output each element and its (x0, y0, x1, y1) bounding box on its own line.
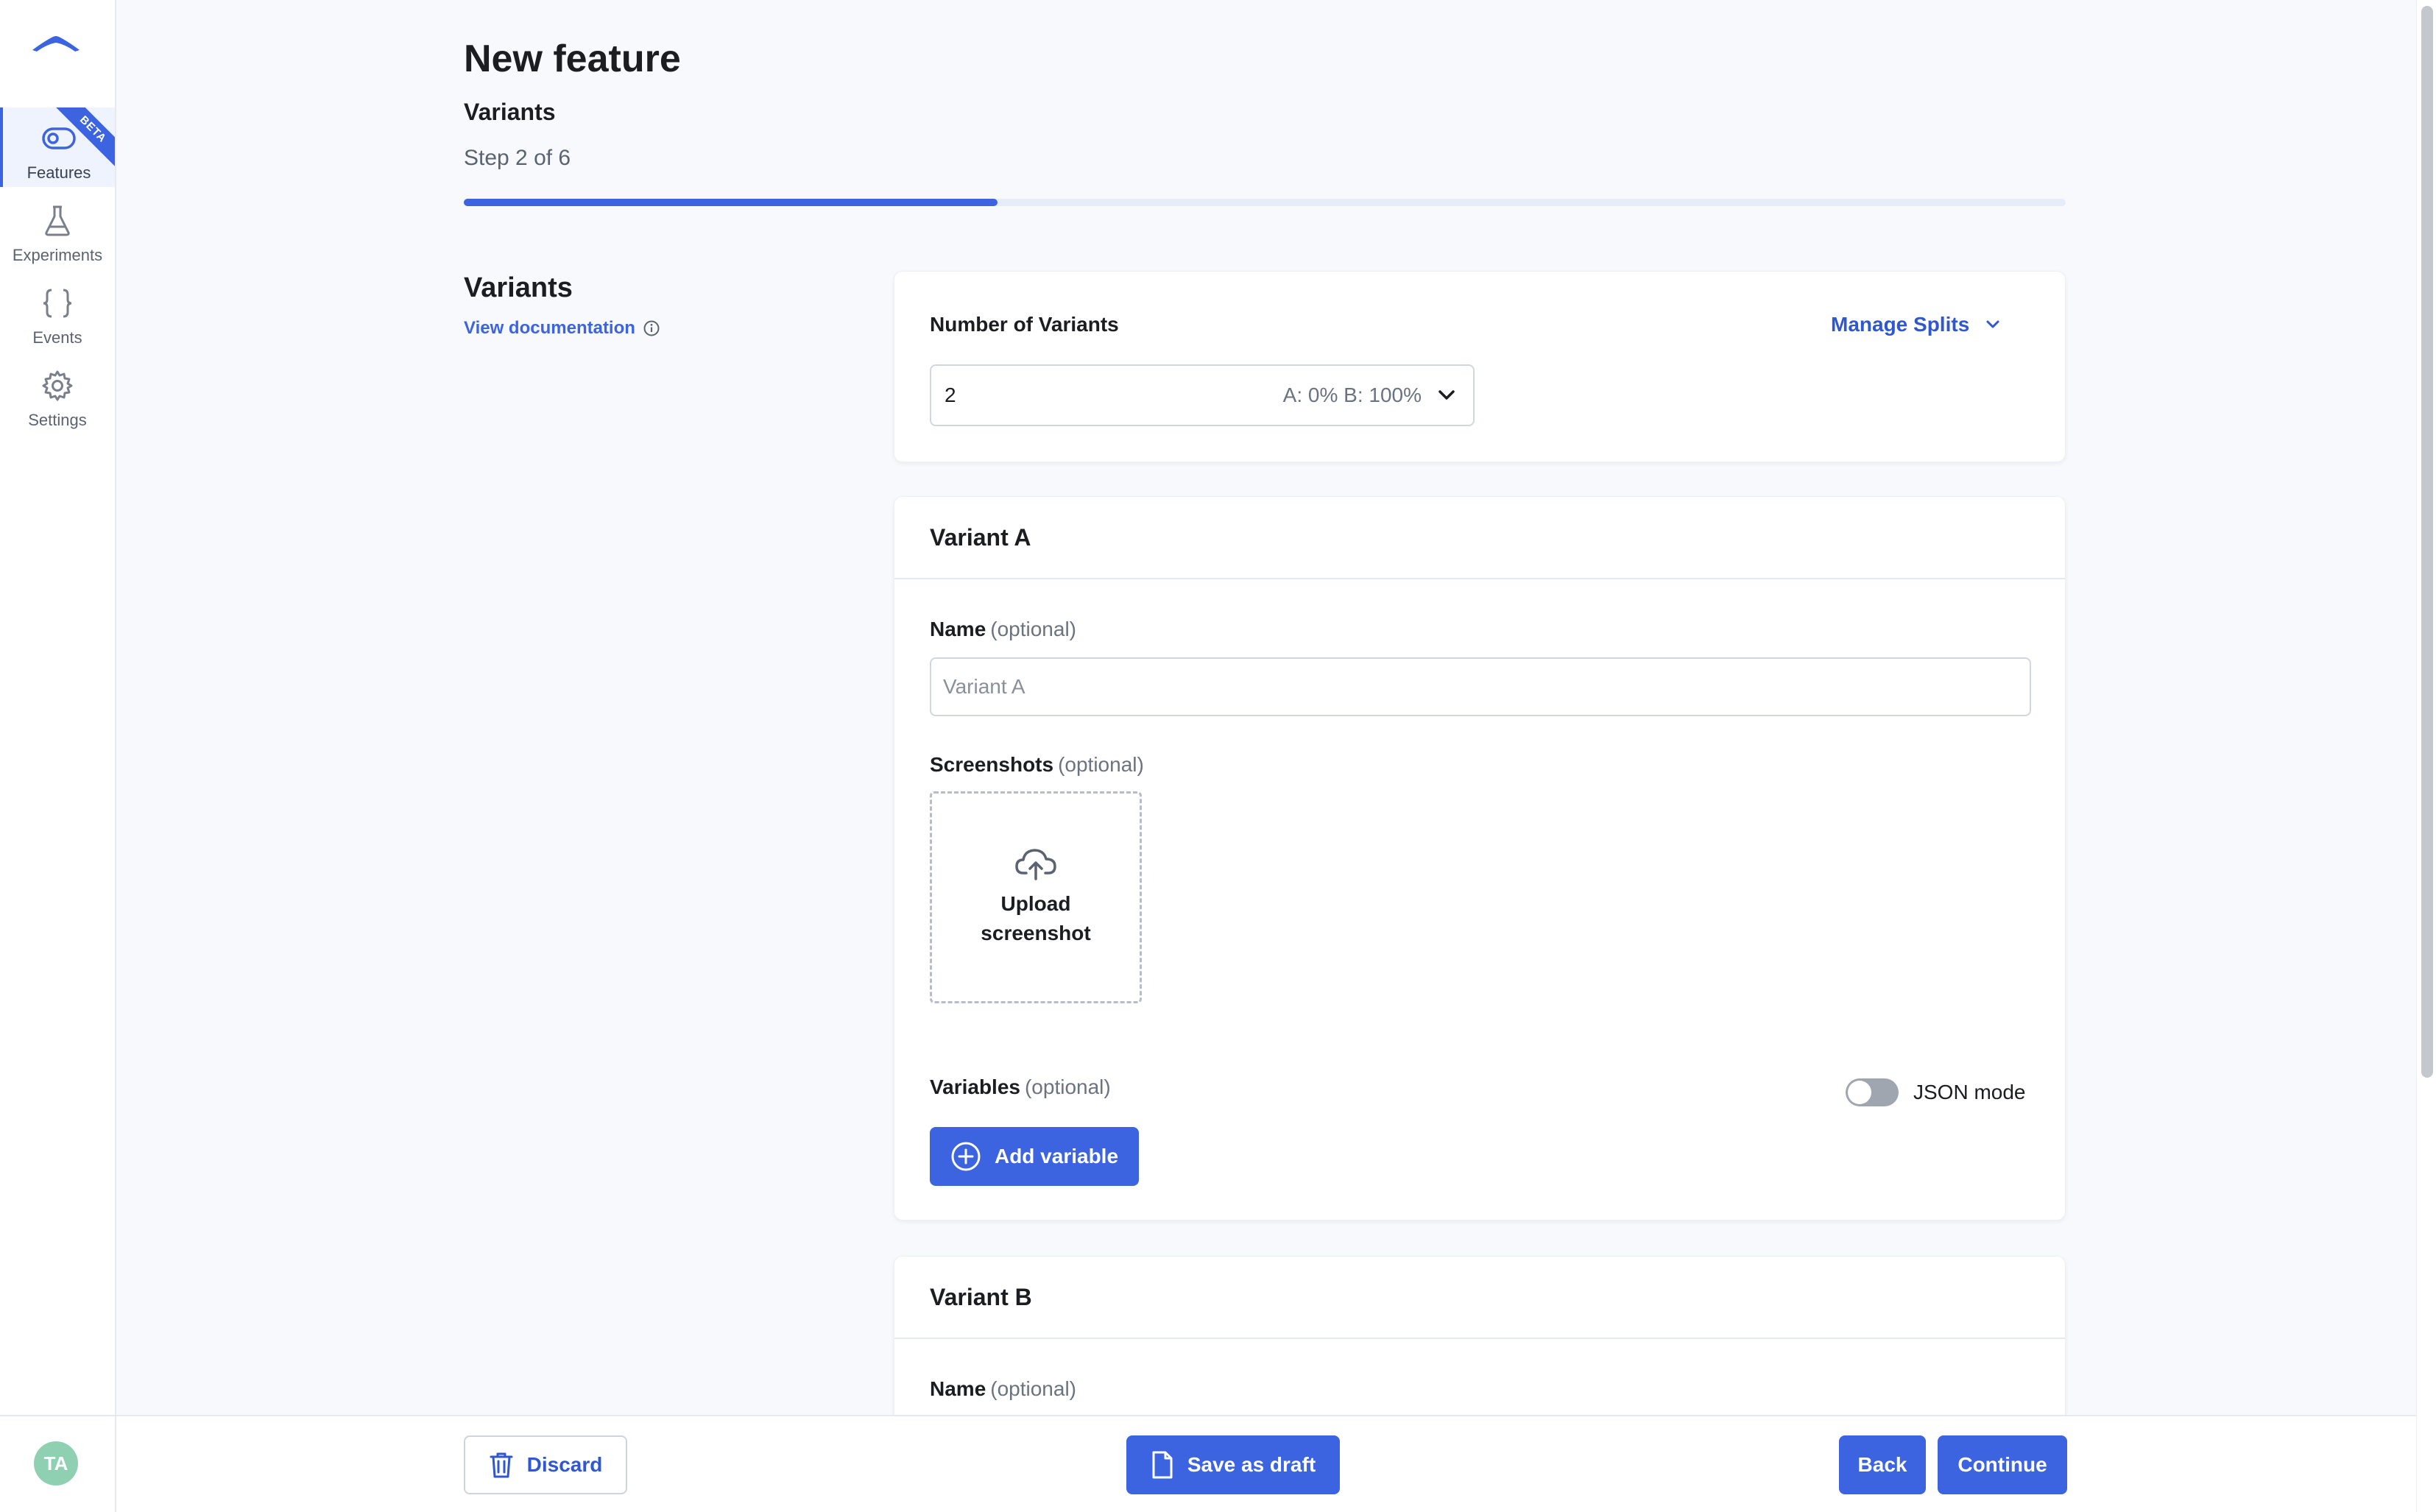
flask-icon (40, 203, 75, 239)
toggle-icon (41, 121, 77, 156)
continue-button[interactable]: Continue (1938, 1435, 2067, 1494)
info-icon (643, 320, 660, 336)
number-of-variants-card: Number of Variants Manage Splits 2 A: 0%… (894, 271, 2066, 462)
chevron-down-icon (1438, 390, 1455, 400)
manage-splits-label: Manage Splits (1831, 313, 1970, 336)
variables-label: Variables (optional) (930, 1075, 1111, 1099)
screenshots-label: Screenshots (optional) (930, 753, 1144, 777)
progress-fill (464, 199, 998, 206)
discard-button[interactable]: Discard (464, 1435, 627, 1494)
toggle-knob (1848, 1081, 1871, 1104)
name-label-text: Name (930, 618, 986, 640)
variant-a-name-input[interactable] (930, 657, 2031, 716)
split-summary: A: 0% B: 100% (1282, 384, 1422, 406)
gear-icon (40, 368, 75, 403)
sidebar-item-label: Features (27, 163, 91, 182)
optional-hint: (optional) (1058, 753, 1144, 776)
variant-b-title: Variant B (894, 1257, 2065, 1339)
avatar[interactable]: TA (34, 1441, 78, 1485)
step-indicator: Step 2 of 6 (464, 146, 571, 170)
back-button[interactable]: Back (1839, 1435, 1926, 1494)
sidebar: BETA Features Experiments Events Setting… (0, 0, 116, 1512)
sidebar-item-label: Events (32, 328, 82, 347)
variant-a-title: Variant A (894, 497, 2065, 579)
sidebar-item-events[interactable]: Events (0, 272, 115, 352)
save-as-draft-label: Save as draft (1187, 1453, 1316, 1476)
sidebar-item-experiments[interactable]: Experiments (0, 190, 115, 269)
upload-screenshot-label: Upload screenshot (981, 892, 1091, 944)
optional-hint: (optional) (990, 618, 1076, 640)
screenshots-label-text: Screenshots (930, 753, 1054, 776)
sidebar-item-label: Experiments (12, 246, 103, 264)
step-title: Variants (464, 99, 556, 125)
wizard-footer: Discard Save as draft Back Continue (116, 1415, 2416, 1512)
scrollbar-thumb[interactable] (2421, 6, 2433, 1078)
doc-link-label: View documentation (464, 318, 635, 338)
page-scrollbar[interactable] (2416, 0, 2436, 1512)
variant-a-card: Variant A Name(optional) Screenshots(opt… (894, 496, 2066, 1220)
progress-bar (464, 199, 2066, 206)
continue-label: Continue (1957, 1453, 2047, 1476)
variables-label-text: Variables (930, 1075, 1020, 1098)
json-mode-label: JSON mode (1913, 1081, 2026, 1103)
plus-circle-icon (951, 1142, 981, 1171)
number-of-variants-select[interactable]: 2 A: 0% B: 100% (930, 364, 1475, 426)
app-logo[interactable] (29, 28, 82, 57)
view-documentation-link[interactable]: View documentation (464, 318, 660, 339)
document-icon (1152, 1451, 1173, 1479)
name-label: Name (optional) (930, 618, 1076, 641)
json-mode-toggle[interactable] (1846, 1078, 1899, 1106)
name-label-text: Name (930, 1377, 986, 1400)
sidebar-divider (0, 1415, 115, 1416)
manage-splits-button[interactable]: Manage Splits (1831, 313, 2000, 336)
optional-hint: (optional) (990, 1377, 1076, 1400)
sidebar-item-features[interactable]: BETA Features (0, 107, 115, 187)
cloud-upload-icon (1015, 849, 1056, 880)
name-label: Name (optional) (930, 1377, 1076, 1401)
back-label: Back (1857, 1453, 1907, 1476)
save-as-draft-button[interactable]: Save as draft (1126, 1435, 1340, 1494)
section-title: Variants (464, 272, 573, 303)
optional-hint: (optional) (1024, 1075, 1111, 1098)
sidebar-item-label: Settings (28, 411, 87, 429)
add-variable-button[interactable]: Add variable (930, 1127, 1139, 1186)
discard-label: Discard (526, 1453, 603, 1476)
page-title: New feature (464, 38, 681, 80)
selected-variant-count: 2 (945, 384, 956, 406)
braces-icon (40, 286, 75, 321)
number-of-variants-label: Number of Variants (930, 313, 1119, 336)
trash-icon (490, 1452, 513, 1478)
chevron-down-icon (1986, 320, 1999, 328)
upload-screenshot-dropzone[interactable]: Upload screenshot (930, 791, 1142, 1003)
json-mode-control: JSON mode (1846, 1078, 2026, 1106)
sidebar-item-settings[interactable]: Settings (0, 355, 115, 434)
add-variable-label: Add variable (994, 1145, 1119, 1167)
